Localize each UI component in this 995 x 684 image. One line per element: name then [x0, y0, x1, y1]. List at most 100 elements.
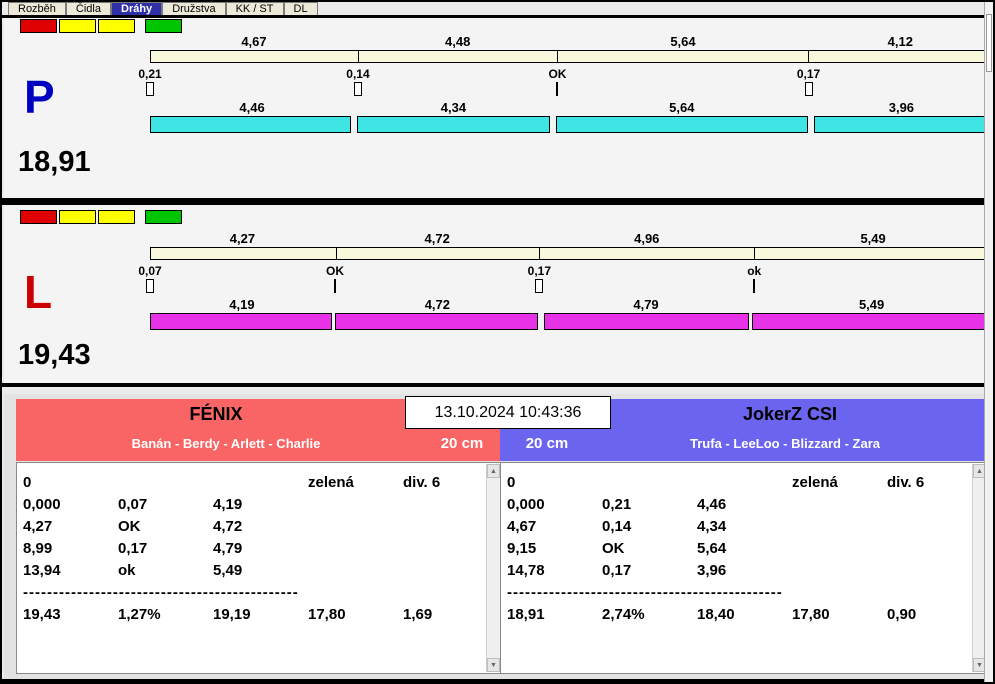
table-cell: 0,14: [602, 517, 632, 535]
table-cell: 4,46: [697, 495, 727, 513]
scroll-down-icon[interactable]: ▼: [487, 658, 500, 672]
status-lights-l: [20, 210, 184, 224]
exchange-label: ok: [747, 264, 762, 278]
tab-dl[interactable]: DL: [283, 2, 318, 15]
separator-dashes: ----------------------------------------…: [23, 583, 299, 601]
status-light-yellow: [59, 19, 96, 33]
time-bar-segment: [543, 313, 750, 330]
table-cell: 4,27: [23, 517, 53, 535]
table-cell: 4,72: [213, 517, 243, 535]
sensor-bar-divider: [358, 51, 360, 62]
tab-rozbeh[interactable]: Rozběh: [8, 2, 66, 15]
sensor-bar-divider: [539, 248, 541, 259]
team-name-right: JokerZ CSI: [742, 404, 838, 424]
height-class-left: 20 cm: [440, 435, 484, 452]
teams-section: FÉNIX Banán - Berdy - Arlett - Charlie J…: [4, 394, 988, 680]
results-table-right: 0 zelená div. 6 0,000 0,21 4,46 4,67 0,1…: [500, 462, 988, 674]
table-cell: 4,67: [507, 517, 537, 535]
exchange-labels-p: 0,21 0,14 OK 0,17: [138, 67, 992, 81]
summary-reference: 17,80: [308, 605, 346, 623]
exchange-label: 0,17: [527, 264, 552, 278]
team-members-right: Trufa - LeeLoo - Blizzard - Zara: [690, 436, 880, 451]
separator-window-bottom: [2, 679, 993, 682]
table-cell: 8,99: [23, 539, 53, 557]
exchange-tick: [535, 279, 544, 293]
split-time-top: 4,96: [634, 231, 660, 246]
status-light-yellow: [59, 210, 96, 224]
table-cell: 0,21: [602, 495, 632, 513]
exchange-label: 0,14: [346, 67, 370, 81]
split-time-bottom: 5,49: [858, 297, 885, 312]
lane-letter-l: L: [24, 266, 53, 318]
split-time-top: 4,72: [424, 231, 450, 246]
exchange-tick-ok: [556, 82, 559, 96]
dog-split-labels-l: 4,19 4,72 4,79 5,49: [150, 297, 992, 312]
status-light-red: [20, 19, 57, 33]
time-bar-segment: [334, 313, 538, 330]
color-label: zelená: [308, 473, 354, 491]
table-cell: 4,79: [213, 539, 243, 557]
summary-total: 19,43: [23, 605, 61, 623]
results-grid-left: 0 zelená div. 6 0,000 0,07 4,19 4,27 OK …: [23, 471, 483, 625]
table-cell: 5,49: [213, 561, 243, 579]
table-cell: OK: [602, 539, 625, 557]
split-time-bottom: 4,46: [239, 100, 265, 115]
scroll-up-icon[interactable]: ▲: [487, 464, 500, 478]
exchange-label: 0,17: [796, 67, 821, 81]
exchange-tick: [146, 279, 154, 293]
timing-app-window: Rozběh Čidla Dráhy Družstva KK / ST DL 4…: [0, 0, 995, 684]
table-cell: 4,34: [697, 517, 727, 535]
scrollbar-thumb[interactable]: [986, 14, 992, 72]
table-cell: OK: [118, 517, 141, 535]
table-cell: 5,64: [697, 539, 727, 557]
table-cell: 0,17: [118, 539, 148, 557]
lane-total-l: 19,43: [18, 339, 91, 371]
exchange-label: OK: [548, 67, 567, 81]
datetime-box: 13.10.2024 10:43:36: [405, 396, 611, 429]
split-time-top: 4,67: [241, 34, 267, 49]
summary-net: 18,40: [697, 605, 735, 623]
table-cell: 3,96: [697, 561, 727, 579]
table-cell: 14,78: [507, 561, 545, 579]
split-time-bottom: 3,96: [888, 100, 915, 115]
table-cell: 13,94: [23, 561, 61, 579]
time-bars-l: [150, 313, 992, 330]
sensor-bar-divider: [807, 51, 809, 62]
height-class-right: 20 cm: [525, 435, 569, 452]
results-table-left: 0 zelená div. 6 0,000 0,07 4,19 4,27 OK …: [16, 462, 502, 674]
penalty-count: 0: [507, 473, 516, 491]
sensor-bar-p: [150, 50, 992, 63]
exchange-ticks-p: [146, 82, 992, 98]
lane-panel-p: 4,67 4,48 5,64 4,12 0,21 0,14 OK 0,17 4,…: [4, 18, 992, 198]
table-cell: 0,07: [118, 495, 148, 513]
division-label: div. 6: [403, 473, 441, 491]
window-scrollbar[interactable]: [984, 2, 993, 682]
time-bar-segment: [555, 116, 808, 133]
table-cell: 0,000: [23, 495, 61, 513]
separator-bottom-section: [2, 383, 993, 387]
table-cell: 4,19: [213, 495, 243, 513]
status-light-yellow: [98, 210, 135, 224]
exchange-label: 0,21: [138, 67, 162, 81]
time-bar-segment: [150, 313, 332, 330]
exchange-tick: [146, 82, 154, 96]
tab-kk-st[interactable]: KK / ST: [225, 2, 284, 15]
tab-druzstva[interactable]: Družstva: [162, 2, 226, 15]
tab-cidla[interactable]: Čidla: [65, 2, 111, 15]
lane-letter-p: P: [24, 71, 55, 123]
table-cell: 0,17: [602, 561, 632, 579]
table-scrollbar-left[interactable]: ▲ ▼: [486, 464, 500, 672]
exchange-label: 0,07: [138, 264, 162, 278]
tab-drahy[interactable]: Dráhy: [111, 2, 163, 15]
team-name-left: FÉNIX: [189, 404, 243, 424]
dog-split-labels-p: 4,46 4,34 5,64 3,96: [150, 100, 992, 115]
summary-reference: 17,80: [792, 605, 830, 623]
time-bar-segment: [752, 313, 992, 330]
time-bar-segment: [150, 116, 352, 133]
split-time-top: 5,49: [860, 231, 886, 246]
split-time-top: 4,12: [887, 34, 913, 49]
status-light-yellow: [98, 19, 135, 33]
division-label: div. 6: [887, 473, 925, 491]
split-time-bottom: 5,64: [669, 100, 695, 115]
separator-lanes: [2, 198, 993, 205]
